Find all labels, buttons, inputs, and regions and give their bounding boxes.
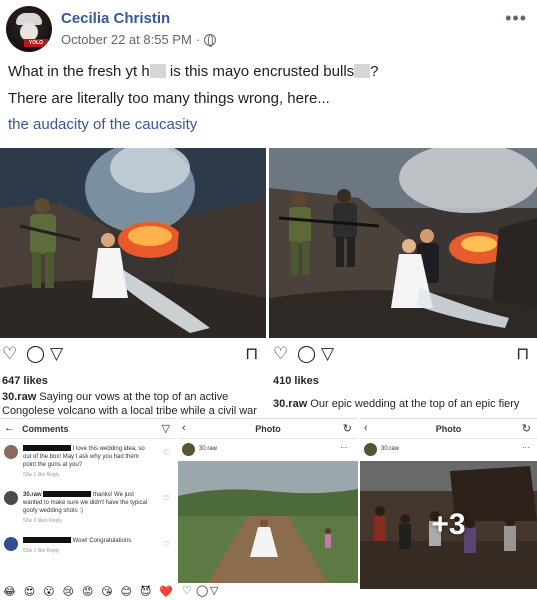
emoji-reaction-row: 😂 😍 😮 😢 😡 😘 😊 😈 ❤️: [0, 585, 176, 598]
post-text-line-2: There are literally too many things wron…: [8, 90, 330, 107]
mini-action-bar: ♡ ◯ ▽: [182, 584, 354, 598]
instagram-action-bar: ♡ ◯ ▽ ⊓: [0, 341, 266, 367]
volcano-wedding-image: [0, 148, 266, 338]
post-text-line-3[interactable]: the audacity of the caucasity: [8, 115, 197, 135]
poster-username[interactable]: 30.raw: [199, 446, 217, 452]
redacted-username: [23, 445, 71, 451]
refresh-icon[interactable]: ↻: [522, 422, 531, 435]
globe-icon[interactable]: [204, 33, 217, 47]
emoji-button[interactable]: 😢: [62, 585, 73, 598]
emoji-button[interactable]: 😈: [140, 585, 151, 598]
caption-line-1: 30.raw Saying our vows at the top of an …: [2, 391, 228, 403]
emoji-button[interactable]: 😊: [121, 585, 132, 598]
attached-photo-4[interactable]: ‹ Photo ↻ 30.raw ··· ♡ ◯ ▽: [178, 418, 358, 600]
bookmark-icon[interactable]: ⊓: [245, 344, 258, 364]
more-photos-overlay[interactable]: +3: [431, 508, 465, 542]
post-text-segment: What in the fresh yt h: [8, 63, 150, 80]
heart-icon[interactable]: ♡: [163, 541, 170, 549]
post-text-segment: ?: [370, 63, 379, 80]
volcano-couple-image: [269, 148, 537, 338]
refresh-icon[interactable]: ↻: [343, 422, 352, 435]
likes-count[interactable]: 647 likes: [2, 375, 48, 387]
comment-meta[interactable]: 52w 1 like Reply: [23, 547, 153, 555]
caption-text: Our epic wedding at the top of an epic f…: [307, 398, 520, 410]
comment-icon[interactable]: ◯: [297, 344, 316, 364]
heart-icon[interactable]: ♡: [163, 495, 170, 503]
author-avatar[interactable]: YOLO: [6, 6, 52, 52]
bride-road-image: [178, 461, 358, 583]
comments-title: Comments: [22, 424, 69, 434]
emoji-button[interactable]: 😘: [101, 585, 112, 598]
caption-username[interactable]: 30.raw: [273, 398, 307, 410]
poster-avatar[interactable]: [364, 443, 377, 456]
attached-photo-2[interactable]: ♡ ◯ ▽ ⊓ 410 likes 30.raw Our epic weddin…: [269, 148, 537, 418]
likes-count[interactable]: 410 likes: [273, 375, 319, 387]
attached-photo-5[interactable]: ‹ Photo ↻ 30.raw ··· +3: [360, 418, 537, 600]
mini-post-header: 30.raw ···: [182, 443, 352, 457]
caption-text: Saying our vows at the top of an active: [36, 391, 229, 403]
heart-icon[interactable]: ♡: [182, 584, 192, 597]
bookmark-icon[interactable]: ⊓: [516, 344, 529, 364]
post-text-line-1: What in the fresh yt h is this mayo encr…: [8, 62, 379, 82]
share-icon[interactable]: ▽: [321, 344, 334, 364]
caption-line-1: 30.raw Our epic wedding at the top of an…: [273, 398, 519, 410]
share-icon[interactable]: ▽: [210, 584, 218, 597]
commenter-avatar[interactable]: [4, 445, 18, 459]
commenter-avatar[interactable]: [4, 537, 18, 551]
redacted-username: [23, 537, 71, 543]
commenter-avatar[interactable]: [4, 491, 18, 505]
photo-title: Photo: [435, 424, 462, 434]
comment-meta[interactable]: 52w 1 like Reply: [23, 471, 153, 479]
post-timestamp[interactable]: October 22 at 8:55 PM: [61, 32, 192, 47]
instagram-action-bar: ♡ ◯ ▽ ⊓: [269, 341, 537, 367]
comments-header: ← Comments ▽: [0, 419, 176, 439]
attached-photo-1[interactable]: ♡ ◯ ▽ ⊓ 647 likes 30.raw Saying our vows…: [0, 148, 266, 418]
comment-text: Wow! Congratulations: [72, 538, 132, 544]
post-header: YOLO Cecilia Christin October 22 at 8:55…: [6, 6, 531, 54]
caption-line-2: Congolese volcano with a local tribe whi…: [2, 405, 257, 417]
back-arrow-icon[interactable]: ←: [4, 422, 15, 434]
emoji-button[interactable]: 😡: [82, 585, 93, 598]
photo-header: ‹ Photo ↻: [178, 419, 358, 439]
post-text-segment: is this mayo encrusted bulls: [165, 63, 355, 80]
censor-block: [354, 64, 371, 78]
poster-avatar[interactable]: [182, 443, 195, 456]
ellipsis-icon[interactable]: ···: [340, 443, 348, 452]
share-icon[interactable]: ▽: [50, 344, 63, 364]
post-meta: October 22 at 8:55 PM ·: [61, 32, 217, 47]
ellipsis-icon[interactable]: ···: [522, 443, 530, 452]
photo-title: Photo: [255, 424, 281, 434]
heart-icon[interactable]: ♡: [2, 344, 17, 364]
censor-block: [149, 64, 166, 78]
meta-separator: ·: [195, 32, 201, 47]
village-image: +3: [360, 461, 537, 589]
emoji-button[interactable]: ❤️: [159, 585, 173, 598]
emoji-button[interactable]: 😂: [3, 585, 16, 598]
comment-icon[interactable]: ◯: [26, 344, 45, 364]
caption-username[interactable]: 30.raw: [2, 391, 36, 403]
heart-icon[interactable]: ♡: [163, 449, 170, 457]
comment-meta[interactable]: 52w 3 likes Reply: [23, 517, 153, 525]
emoji-button[interactable]: 😮: [43, 585, 54, 598]
send-icon[interactable]: ▽: [162, 422, 170, 435]
photo-header: ‹ Photo ↻: [360, 419, 537, 439]
attached-photo-3-comments[interactable]: ← Comments ▽ I love this wedding idea, s…: [0, 418, 176, 600]
redacted-mention: [43, 491, 92, 497]
poster-username[interactable]: 30.raw: [381, 446, 399, 452]
emoji-button[interactable]: 😍: [24, 585, 35, 598]
mini-post-header: 30.raw ···: [364, 443, 534, 457]
ellipsis-icon[interactable]: •••: [505, 8, 527, 29]
comment-username[interactable]: 30.raw: [23, 492, 42, 498]
heart-icon[interactable]: ♡: [273, 344, 288, 364]
author-name[interactable]: Cecilia Christin: [61, 10, 170, 27]
comment-icon[interactable]: ◯: [196, 584, 208, 597]
